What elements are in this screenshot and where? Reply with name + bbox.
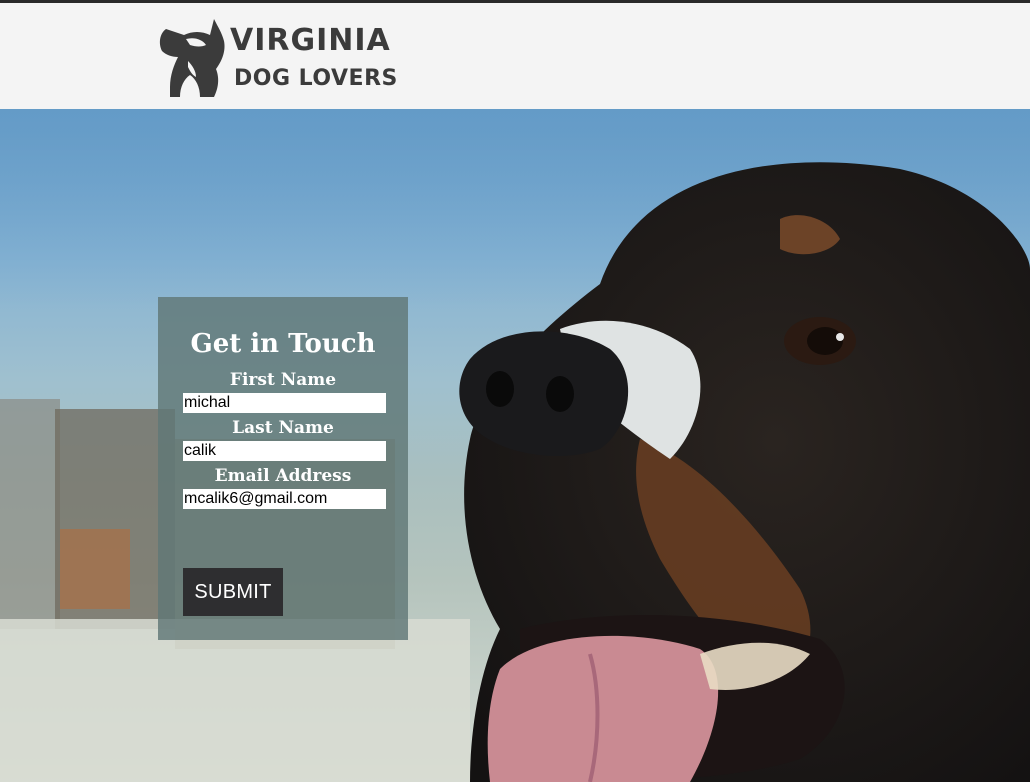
contact-form: Get in Touch First Name Last Name Email …	[158, 297, 408, 640]
email-label: Email Address	[214, 466, 352, 486]
site-logo[interactable]: VIRGINIA DOG LOVERS	[156, 15, 416, 101]
form-title: Get in Touch	[190, 329, 376, 359]
dog-head-icon	[159, 19, 225, 97]
brand-subtitle: DOG LOVERS	[234, 66, 398, 91]
last-name-label: Last Name	[232, 418, 334, 438]
site-header: VIRGINIA DOG LOVERS	[0, 3, 1030, 109]
last-name-input[interactable]	[183, 441, 386, 461]
brand-title: VIRGINIA	[230, 23, 391, 58]
submit-button[interactable]: SUBMIT	[183, 568, 283, 616]
hero-background: Get in Touch First Name Last Name Email …	[0, 109, 1030, 782]
dog-photo	[0, 109, 1030, 782]
email-input[interactable]	[183, 489, 386, 509]
first-name-input[interactable]	[183, 393, 386, 413]
first-name-label: First Name	[229, 370, 337, 390]
